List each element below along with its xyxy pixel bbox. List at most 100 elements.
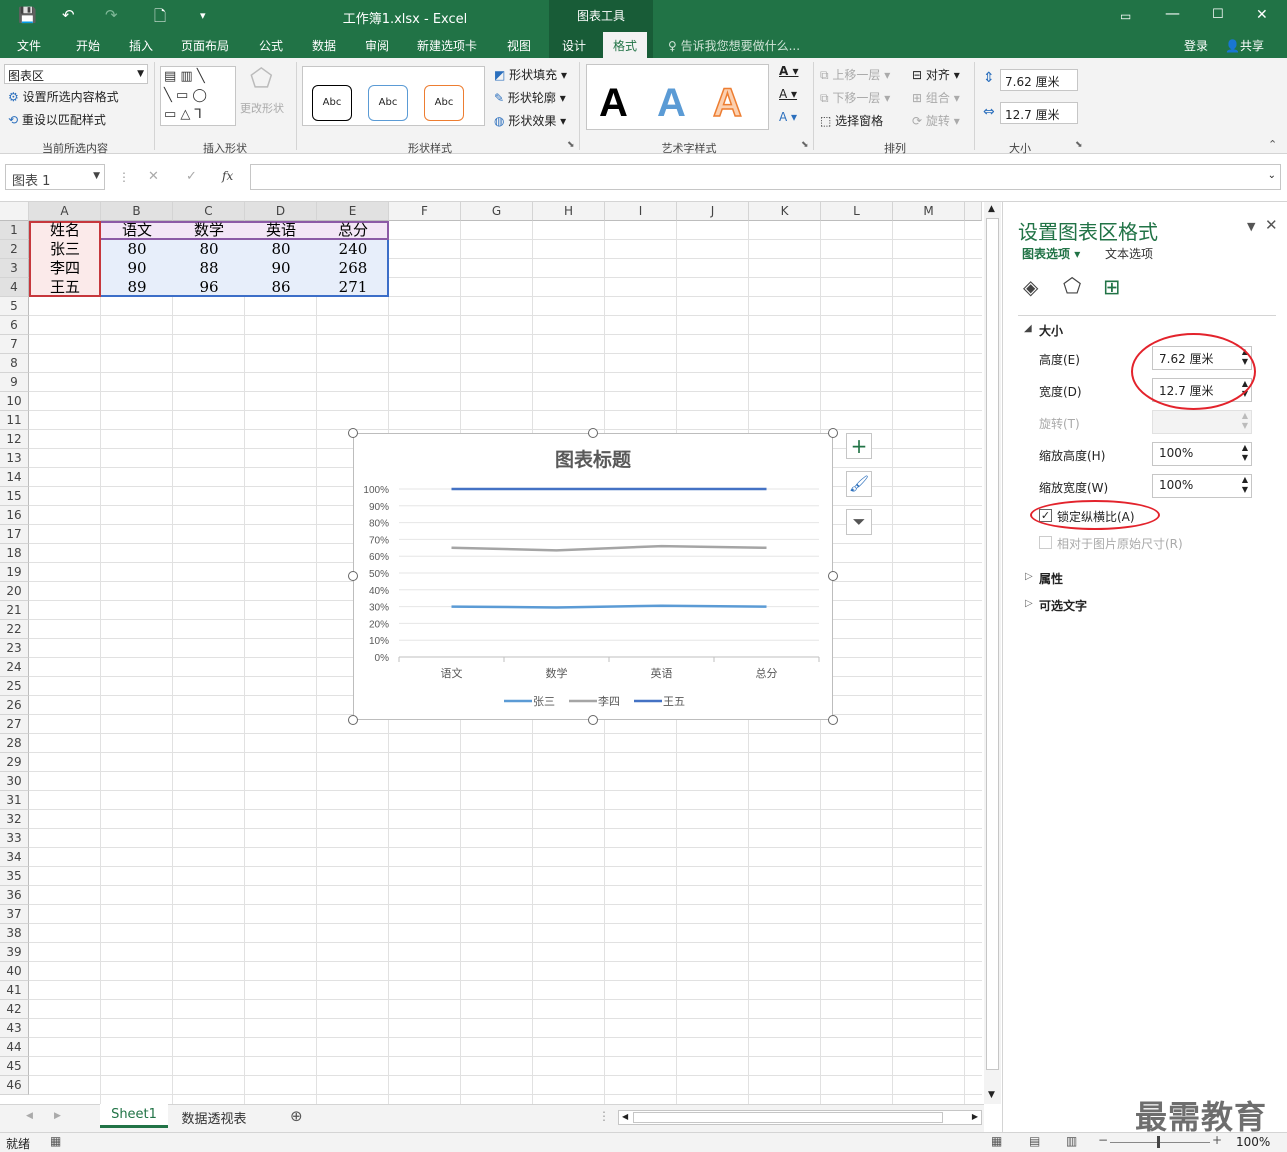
zoom-slider[interactable] xyxy=(1110,1142,1210,1143)
column-header-H[interactable]: H xyxy=(533,202,605,221)
tab-formulas[interactable]: 公式 xyxy=(259,37,283,54)
row-header-32[interactable]: 32 xyxy=(0,810,29,829)
table-cell[interactable]: 王五 xyxy=(29,278,101,297)
row-header-10[interactable]: 10 xyxy=(0,392,29,411)
row-header-15[interactable]: 15 xyxy=(0,487,29,506)
wordart-style-1[interactable]: A xyxy=(599,81,628,126)
row-header-13[interactable]: 13 xyxy=(0,449,29,468)
row-header-33[interactable]: 33 xyxy=(0,829,29,848)
table-cell[interactable]: 96 xyxy=(173,278,245,297)
tab-text-options[interactable]: 文本选项 xyxy=(1105,245,1153,262)
effects-pentagon-icon[interactable]: ⬠ xyxy=(1063,274,1081,298)
spinner-icon[interactable]: ▲ ▼ xyxy=(1242,443,1248,463)
selection-pane-button[interactable]: ⬚ 选择窗格 xyxy=(820,112,883,129)
format-selection-button[interactable]: ⚙ 设置所选内容格式 xyxy=(8,88,119,105)
table-cell[interactable]: 张三 xyxy=(29,240,101,259)
scroll-up-icon[interactable]: ▲ xyxy=(988,204,995,214)
table-header-cell[interactable]: 语文 xyxy=(101,221,173,240)
tab-insert[interactable]: 插入 xyxy=(129,37,153,54)
column-header-K[interactable]: K xyxy=(749,202,821,221)
row-header-2[interactable]: 2 xyxy=(0,240,29,259)
chart-styles-brush-icon[interactable]: 🖌 xyxy=(846,471,872,497)
scroll-sheets-left-icon[interactable]: ◀ xyxy=(26,1111,33,1121)
column-header-B[interactable]: B xyxy=(101,202,173,221)
minimize-icon[interactable]: — xyxy=(1165,4,1180,22)
shape-fill-button[interactable]: ◩ 形状填充 ▾ xyxy=(494,66,567,83)
wordart-style-3[interactable]: A xyxy=(712,80,742,126)
section-alt-text[interactable]: 可选文字 xyxy=(1039,597,1087,614)
section-collapsed-icon[interactable]: ▷ xyxy=(1025,598,1033,609)
login-link[interactable]: 登录 xyxy=(1184,37,1208,54)
maximize-icon[interactable]: ☐ xyxy=(1212,7,1224,22)
tab-format[interactable]: 格式 xyxy=(603,32,648,58)
zoom-out-icon[interactable]: − xyxy=(1098,1133,1108,1147)
row-header-5[interactable]: 5 xyxy=(0,297,29,316)
table-cell[interactable]: 89 xyxy=(101,278,173,297)
table-cell[interactable]: 268 xyxy=(317,259,389,278)
row-header-26[interactable]: 26 xyxy=(0,696,29,715)
row-header-24[interactable]: 24 xyxy=(0,658,29,677)
resize-handle[interactable] xyxy=(348,571,358,581)
shapes-gallery[interactable]: ▤ ▥ ╲ ╲ ▭ ◯ ▭ △ ⅂ xyxy=(160,66,236,126)
text-effects-icon[interactable]: A ▾ xyxy=(779,110,797,124)
section-expanded-icon[interactable]: ◢ xyxy=(1024,323,1032,334)
shape-style-2[interactable]: Abc xyxy=(368,85,408,121)
row-header-36[interactable]: 36 xyxy=(0,886,29,905)
table-header-cell[interactable]: 英语 xyxy=(245,221,317,240)
series-line-1[interactable] xyxy=(451,544,767,552)
spinner-icon[interactable]: ▲ ▼ xyxy=(1242,475,1248,495)
shape-styles-gallery[interactable]: Abc Abc Abc xyxy=(302,66,485,126)
new-file-icon[interactable]: 🗋 xyxy=(154,6,166,31)
row-header-8[interactable]: 8 xyxy=(0,354,29,373)
table-header-cell[interactable]: 姓名 xyxy=(29,221,101,240)
table-cell[interactable]: 90 xyxy=(245,259,317,278)
chart-filter-icon[interactable]: ⏷ xyxy=(846,509,872,535)
row-header-22[interactable]: 22 xyxy=(0,620,29,639)
horizontal-scrollbar[interactable]: ◀ ▶ xyxy=(618,1110,982,1125)
row-header-27[interactable]: 27 xyxy=(0,715,29,734)
dialog-launcher-icon[interactable]: ⬊ xyxy=(801,140,809,150)
row-header-7[interactable]: 7 xyxy=(0,335,29,354)
tab-page-layout[interactable]: 页面布局 xyxy=(181,37,229,54)
section-properties[interactable]: 属性 xyxy=(1039,570,1063,587)
sheet-tab-sheet1[interactable]: Sheet1 xyxy=(100,1104,168,1128)
column-header-J[interactable]: J xyxy=(677,202,749,221)
row-header-21[interactable]: 21 xyxy=(0,601,29,620)
share-button[interactable]: 👤共享 xyxy=(1225,37,1264,54)
select-all-corner[interactable] xyxy=(0,202,29,221)
section-size[interactable]: 大小 xyxy=(1039,322,1063,339)
tell-me-search[interactable]: ♀ 告诉我您想要做什么... xyxy=(668,37,800,54)
tab-data[interactable]: 数据 xyxy=(312,37,336,54)
text-fill-icon[interactable]: A ▾ xyxy=(779,64,799,78)
shape-outline-button[interactable]: ✎ 形状轮廓 ▾ xyxy=(494,89,566,106)
reset-style-button[interactable]: ⟲ 重设以匹配样式 xyxy=(8,111,106,128)
macro-record-icon[interactable]: ▦ xyxy=(50,1134,61,1148)
tab-new[interactable]: 新建选项卡 xyxy=(417,37,477,54)
row-header-46[interactable]: 46 xyxy=(0,1076,29,1095)
shape-height-input[interactable]: 7.62 厘米 xyxy=(1000,69,1078,91)
row-header-3[interactable]: 3 xyxy=(0,259,29,278)
dialog-launcher-icon[interactable]: ⬊ xyxy=(567,140,575,150)
row-header-9[interactable]: 9 xyxy=(0,373,29,392)
table-cell[interactable]: 80 xyxy=(173,240,245,259)
tab-review[interactable]: 审阅 xyxy=(365,37,389,54)
align-button[interactable]: ⊟ 对齐 ▾ xyxy=(912,66,960,83)
row-header-34[interactable]: 34 xyxy=(0,848,29,867)
table-cell[interactable]: 90 xyxy=(101,259,173,278)
row-header-38[interactable]: 38 xyxy=(0,924,29,943)
tab-home[interactable]: 开始 xyxy=(76,37,100,54)
tab-design[interactable]: 设计 xyxy=(562,37,586,54)
column-header-I[interactable]: I xyxy=(605,202,677,221)
resize-handle[interactable] xyxy=(828,571,838,581)
resize-handle[interactable] xyxy=(588,715,598,725)
series-line-0[interactable] xyxy=(451,604,767,609)
scroll-thumb[interactable] xyxy=(986,218,999,1070)
row-header-19[interactable]: 19 xyxy=(0,563,29,582)
shape-width-input[interactable]: 12.7 厘米 xyxy=(1000,102,1078,124)
row-header-4[interactable]: 4 xyxy=(0,278,29,297)
table-header-cell[interactable]: 数学 xyxy=(173,221,245,240)
save-icon[interactable]: 💾 xyxy=(18,6,37,24)
scale-width-input[interactable]: 100% ▲ ▼ xyxy=(1152,474,1252,498)
resize-handle[interactable] xyxy=(348,715,358,725)
row-header-11[interactable]: 11 xyxy=(0,411,29,430)
